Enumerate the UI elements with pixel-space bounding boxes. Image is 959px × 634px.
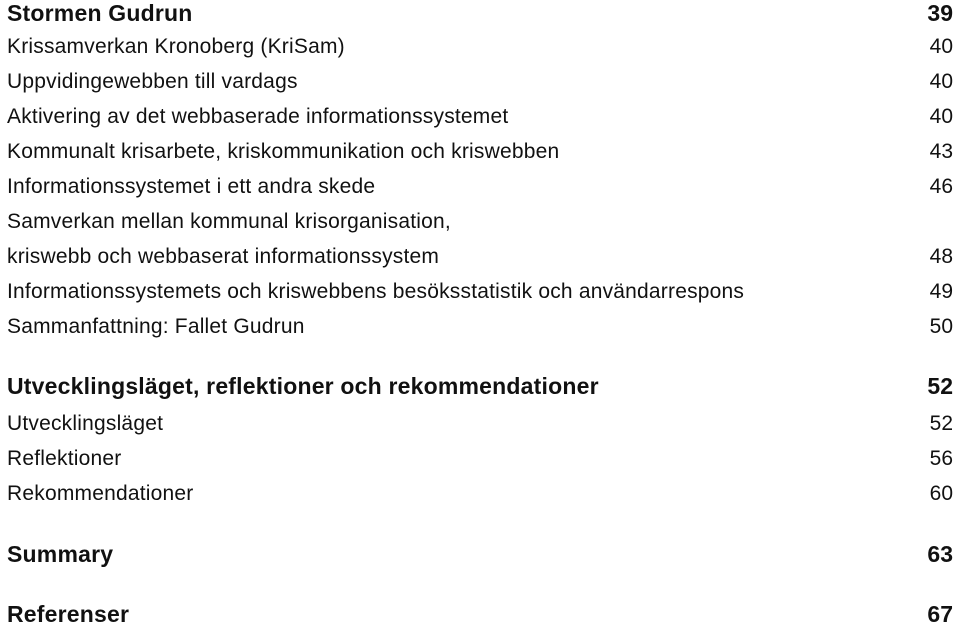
- toc-entry-title: Kommunalt krisarbete, kriskommunikation …: [7, 140, 560, 163]
- toc-entry-title: Aktivering av det webbaserade informatio…: [7, 105, 509, 128]
- toc-entry-utvecklingslaget-section[interactable]: Utvecklingsläget, reflektioner och rekom…: [7, 373, 953, 400]
- toc-entry-title: Stormen Gudrun: [7, 0, 193, 26]
- toc-entry-uppvidingewebben[interactable]: Uppvidingewebben till vardags 40: [7, 70, 953, 94]
- toc-entry-title: Sammanfattning: Fallet Gudrun: [7, 315, 305, 338]
- toc-entry-page: 46: [929, 175, 953, 198]
- toc-entry-page: 49: [929, 280, 953, 303]
- toc-entry-summary[interactable]: Summary 63: [7, 541, 953, 568]
- toc-entry-page: 52: [929, 412, 953, 435]
- toc-entry-page: 40: [929, 105, 953, 128]
- toc-entry-page: 56: [929, 447, 953, 470]
- toc-entry-title: Rekommendationer: [7, 482, 194, 505]
- toc-entry-page: 48: [929, 245, 953, 268]
- toc-entry-page: 63: [927, 541, 953, 567]
- toc-entry-title: Informationssystemet i ett andra skede: [7, 175, 376, 198]
- toc-entry-krisam[interactable]: Krissamverkan Kronoberg (KriSam) 40: [7, 35, 953, 59]
- toc-entry-stormen-gudrun[interactable]: Stormen Gudrun 39: [7, 0, 953, 27]
- toc-entry-title: kriswebb och webbaserat informationssyst…: [7, 245, 440, 268]
- toc-entry-page: 60: [929, 482, 953, 505]
- toc-entry-samverkan-line1[interactable]: Samverkan mellan kommunal krisorganisati…: [7, 210, 953, 234]
- toc-entry-kommunalt-krisarbete[interactable]: Kommunalt krisarbete, kriskommunikation …: [7, 140, 953, 164]
- toc-entry-samverkan-line2[interactable]: kriswebb och webbaserat informationssyst…: [7, 245, 953, 269]
- toc-entry-andra-skede[interactable]: Informationssystemet i ett andra skede 4…: [7, 175, 953, 199]
- toc-entry-besoksstatistik[interactable]: Informationssystemets och kriswebbens be…: [7, 280, 953, 304]
- toc-entry-title: Utvecklingsläget, reflektioner och rekom…: [7, 373, 599, 399]
- toc-entry-title: Informationssystemets och kriswebbens be…: [7, 280, 745, 303]
- toc-entry-utvecklingslaget[interactable]: Utvecklingsläget 52: [7, 412, 953, 436]
- toc-entry-sammanfattning[interactable]: Sammanfattning: Fallet Gudrun 50: [7, 315, 953, 339]
- toc-entry-title: Uppvidingewebben till vardags: [7, 70, 298, 93]
- toc-entry-rekommendationer[interactable]: Rekommendationer 60: [7, 482, 953, 506]
- toc-entry-title: Utvecklingsläget: [7, 412, 164, 435]
- toc-entry-title: Reflektioner: [7, 447, 122, 470]
- toc-entry-referenser[interactable]: Referenser 67: [7, 601, 953, 628]
- toc-entry-page: 43: [929, 140, 953, 163]
- toc-entry-page: 50: [929, 315, 953, 338]
- toc-entry-aktivering[interactable]: Aktivering av det webbaserade informatio…: [7, 105, 953, 129]
- toc-entry-page: 39: [927, 0, 953, 26]
- toc-entry-title: Krissamverkan Kronoberg (KriSam): [7, 35, 345, 58]
- toc-entry-title: Samverkan mellan kommunal krisorganisati…: [7, 210, 451, 233]
- toc-entry-page: 40: [929, 35, 953, 58]
- toc-entry-reflektioner[interactable]: Reflektioner 56: [7, 447, 953, 471]
- toc-entry-page: 67: [927, 601, 953, 627]
- toc-entry-title: Referenser: [7, 601, 130, 627]
- toc-entry-page: 40: [929, 70, 953, 93]
- toc-entry-title: Summary: [7, 541, 114, 567]
- toc-entry-page: 52: [927, 373, 953, 399]
